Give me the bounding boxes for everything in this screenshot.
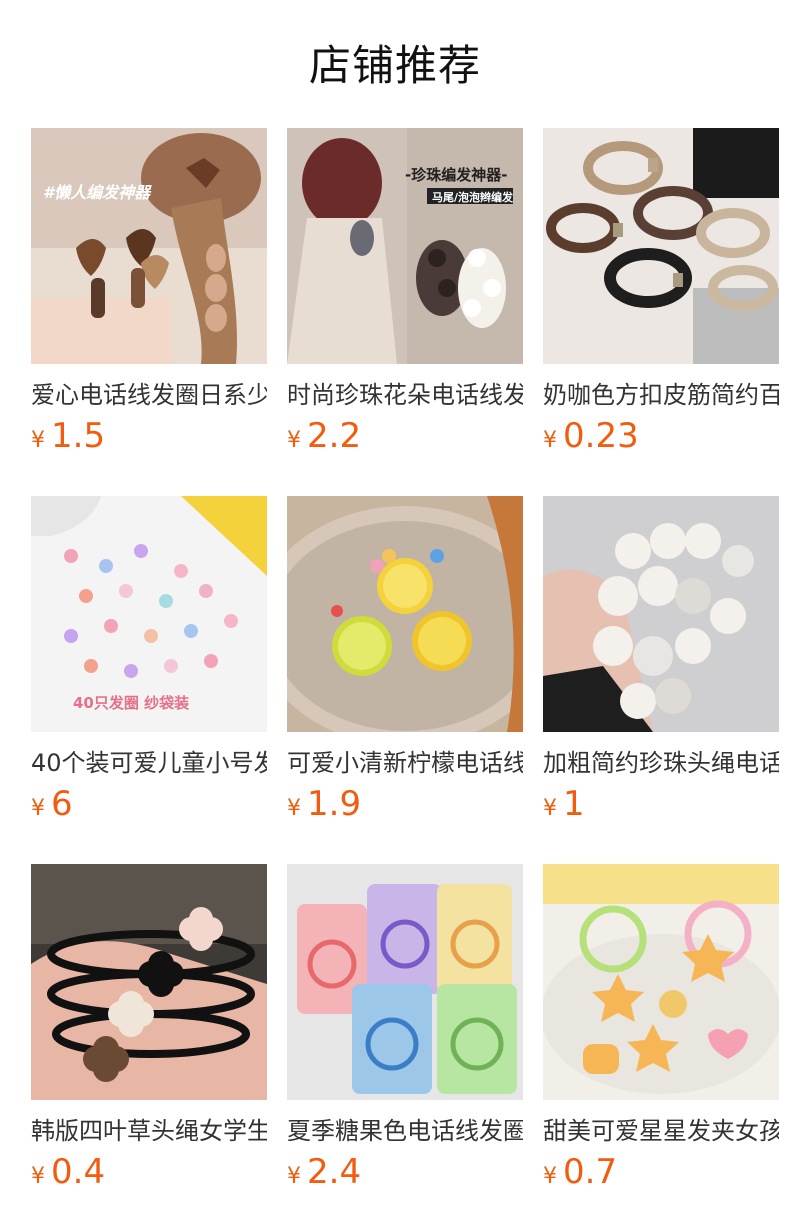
product-name-2[interactable]: 时尚珍珠花朵电话线发圈 (287, 378, 523, 412)
product-price-6: ¥1 (543, 784, 779, 828)
price-value: 1.9 (307, 784, 362, 824)
price-value: 2.4 (307, 1152, 362, 1192)
product-card-6[interactable]: 加粗简约珍珠头绳电话线 ¥1 (543, 496, 779, 826)
product-price-3: ¥0.23 (543, 416, 779, 460)
product-card-4[interactable]: 40只发圈 纱袋装 40个装可爱儿童小号发圈 ¥6 (31, 496, 267, 826)
product-price-8: ¥2.4 (287, 1152, 523, 1196)
product-image-9[interactable] (543, 864, 779, 1100)
product-card-1[interactable]: #懒人编发神器 爱心电话线发圈日系少女心 ¥1.5 (31, 128, 267, 458)
product-name-9[interactable]: 甜美可爱星星发夹女孩 (543, 1114, 779, 1148)
page-title: 店铺推荐 (308, 41, 481, 90)
product-name-4[interactable]: 40个装可爱儿童小号发圈 (31, 746, 267, 780)
currency-symbol: ¥ (31, 428, 45, 453)
product-image-5[interactable] (287, 496, 523, 732)
product-image-7[interactable] (31, 864, 267, 1100)
product-name-5[interactable]: 可爱小清新柠檬电话线发圈 (287, 746, 523, 780)
product-card-2[interactable]: -珍珠编发神器- 马尾/泡泡辫编发 时尚珍珠花朵电话线发圈 ¥2.2 (287, 128, 523, 458)
image-caption-2: -珍珠编发神器- (405, 166, 507, 184)
product-name-1[interactable]: 爱心电话线发圈日系少女心 (31, 378, 267, 412)
product-price-2: ¥2.2 (287, 416, 523, 460)
currency-symbol: ¥ (31, 796, 45, 821)
product-name-7[interactable]: 韩版四叶草头绳女学生 (31, 1114, 267, 1148)
currency-symbol: ¥ (31, 1164, 45, 1189)
product-image-4[interactable]: 40只发圈 纱袋装 (31, 496, 267, 732)
currency-symbol: ¥ (543, 1164, 557, 1189)
price-value: 0.23 (563, 416, 639, 456)
product-price-9: ¥0.7 (543, 1152, 779, 1196)
product-name-3[interactable]: 奶咖色方扣皮筋简约百搭 (543, 378, 779, 412)
currency-symbol: ¥ (543, 796, 557, 821)
product-name-8[interactable]: 夏季糖果色电话线发圈 (287, 1114, 523, 1148)
product-image-3[interactable] (543, 128, 779, 364)
price-value: 1.5 (51, 416, 106, 456)
product-card-5[interactable]: 可爱小清新柠檬电话线发圈 ¥1.9 (287, 496, 523, 826)
currency-symbol: ¥ (287, 796, 301, 821)
product-image-1[interactable]: #懒人编发神器 (31, 128, 267, 364)
price-value: 0.7 (563, 1152, 618, 1192)
image-caption-1: #懒人编发神器 (43, 183, 152, 202)
recommend-page: 店铺推荐 #懒人编发神器 爱心电话线发圈日系少 ¥ 1.5 -珍珠编发神器- 马… (0, 0, 790, 1232)
price-value: 6 (51, 784, 73, 824)
product-price-7: ¥0.4 (31, 1152, 267, 1196)
image-caption-4: 40只发圈 纱袋装 (73, 694, 190, 712)
product-image-6[interactable] (543, 496, 779, 732)
product-card-8[interactable]: 夏季糖果色电话线发圈 ¥2.4 (287, 864, 523, 1194)
currency-symbol: ¥ (287, 428, 301, 453)
product-price-5: ¥1.9 (287, 784, 523, 828)
product-price-1: ¥1.5 (31, 416, 267, 460)
product-price-4: ¥6 (31, 784, 267, 828)
price-value: 0.4 (51, 1152, 106, 1192)
currency-symbol: ¥ (543, 428, 557, 453)
product-card-9[interactable]: 甜美可爱星星发夹女孩 ¥0.7 (543, 864, 779, 1194)
product-card-7[interactable]: 韩版四叶草头绳女学生 ¥0.4 (31, 864, 267, 1194)
price-value: 2.2 (307, 416, 362, 456)
product-name-6[interactable]: 加粗简约珍珠头绳电话线 (543, 746, 779, 780)
currency-symbol: ¥ (287, 1164, 301, 1189)
price-value: 1 (563, 784, 585, 824)
product-card-3[interactable]: 奶咖色方扣皮筋简约百搭 ¥0.23 (543, 128, 779, 458)
product-image-8[interactable] (287, 864, 523, 1100)
product-image-2[interactable]: -珍珠编发神器- 马尾/泡泡辫编发 (287, 128, 523, 364)
image-subcaption-2: 马尾/泡泡辫编发 (432, 190, 514, 204)
